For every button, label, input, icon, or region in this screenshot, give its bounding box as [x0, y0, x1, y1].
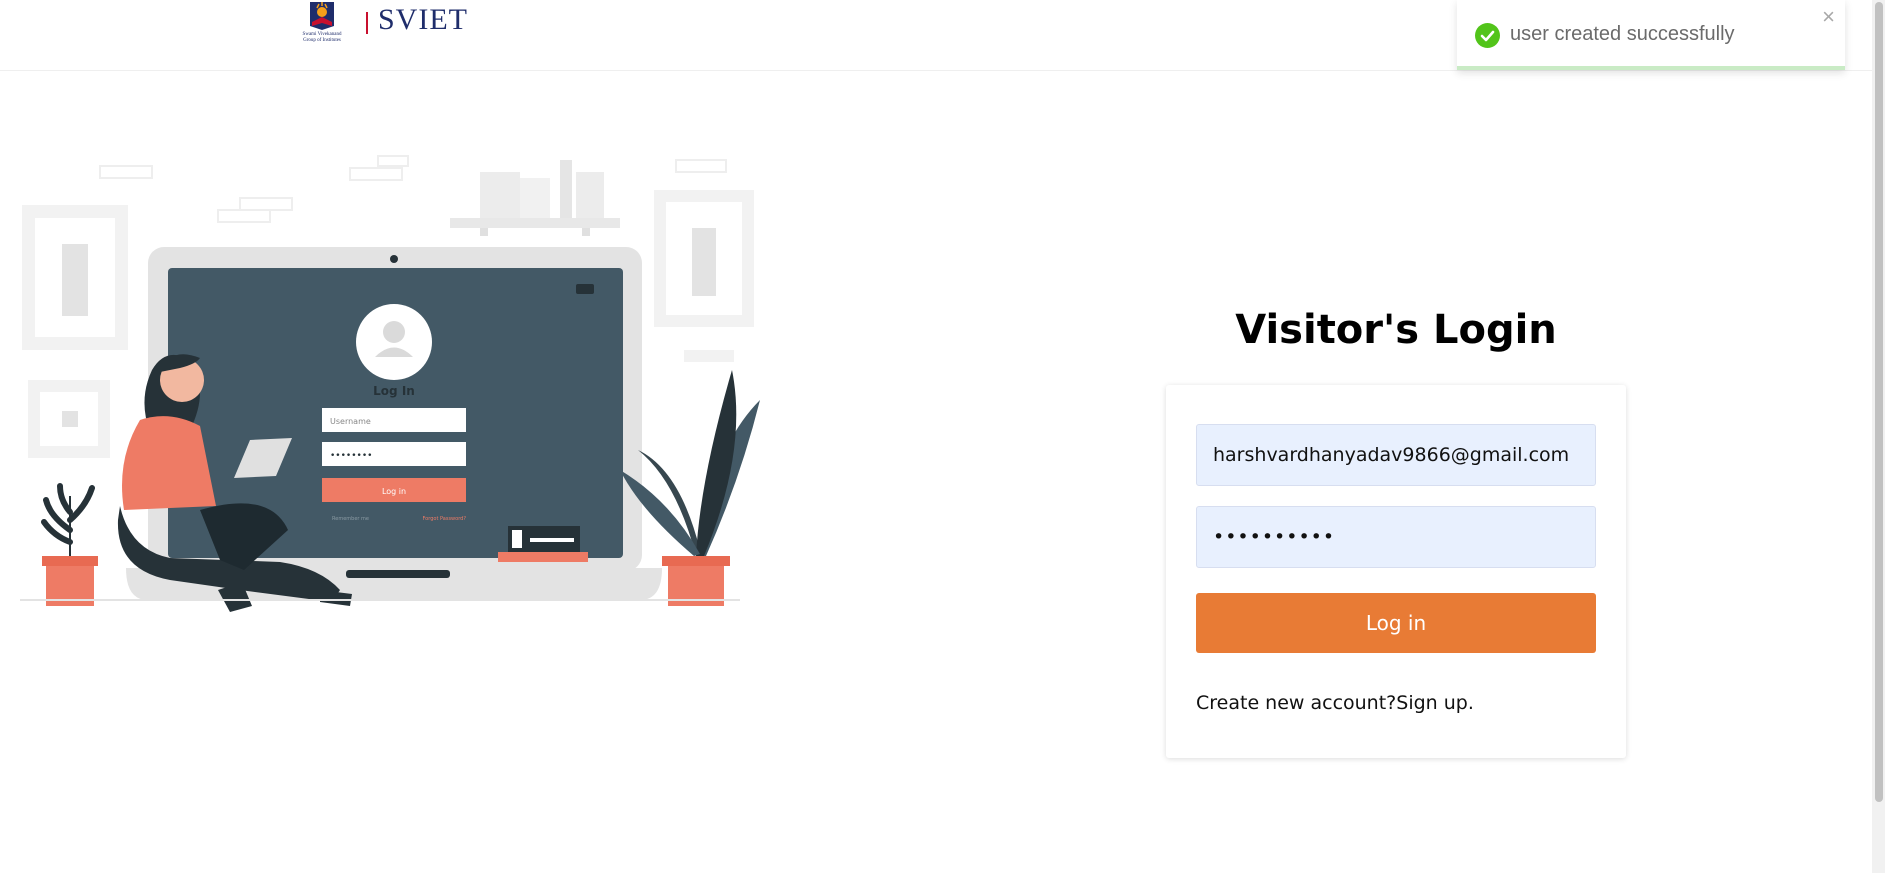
screen-forgot-password: Forgot Password? [422, 516, 466, 522]
screen-title: Log In [373, 384, 415, 398]
logo-subtitle-line2: Group of Institutes [303, 38, 341, 43]
check-circle-icon [1475, 23, 1500, 48]
screen-remember-me: Remember me [332, 516, 369, 522]
logo-emblem-icon: Swami Vivekanand Group of Institutes [290, 0, 354, 46]
screen-login-button: Log in [382, 487, 406, 496]
signup-link[interactable]: Sign up. [1396, 692, 1474, 714]
sviet-logo[interactable]: Swami Vivekanand Group of Institutes SVI… [290, 0, 468, 46]
signup-prompt: Create new account? [1196, 692, 1397, 714]
page-scrollbar[interactable] [1872, 0, 1885, 873]
illustration-art: Log In Username •••••••• Log in Remember… [20, 155, 760, 612]
page-title: Visitor's Login [1235, 307, 1557, 353]
email-field[interactable] [1196, 424, 1596, 486]
close-icon[interactable]: × [1822, 4, 1835, 30]
signup-line: Create new account?Sign up. [1196, 692, 1474, 714]
password-field[interactable] [1196, 506, 1596, 568]
success-toast: user created successfully × [1457, 0, 1845, 70]
screen-username-placeholder: Username [330, 417, 371, 426]
logo-text: SVIET [378, 3, 468, 36]
login-illustration: Log In Username •••••••• Log in Remember… [20, 150, 780, 620]
screen-password-mask: •••••••• [330, 451, 372, 461]
toast-message: user created successfully [1510, 23, 1735, 45]
scrollbar-thumb[interactable] [1875, 2, 1883, 802]
logo-divider [366, 12, 368, 34]
login-button[interactable]: Log in [1196, 593, 1596, 653]
login-card: Log in Create new account?Sign up. [1166, 385, 1626, 758]
